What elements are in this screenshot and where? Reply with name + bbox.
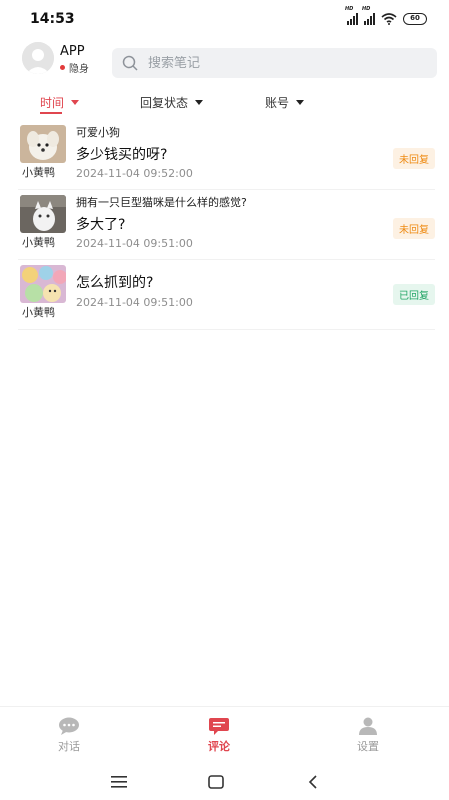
- search-bar[interactable]: [112, 48, 437, 78]
- note-thumbnail[interactable]: [20, 195, 66, 233]
- comment-item[interactable]: 小黄鸭 怎么抓到的? 2024-11-04 09:51:00 已回复: [18, 260, 435, 330]
- chat-bubble-icon: [59, 717, 79, 735]
- cat-photo-icon: [20, 195, 66, 233]
- dog-photo-icon: [20, 125, 66, 163]
- plush-toys-photo-icon: [20, 265, 66, 303]
- user-icon: [359, 717, 377, 735]
- active-filter-underline: [40, 112, 62, 114]
- filter-label: 账号: [265, 96, 290, 110]
- signal-icon: HD: [362, 6, 375, 25]
- poster-name: 小黄鸭: [22, 306, 55, 319]
- filter-account[interactable]: 账号: [265, 94, 305, 111]
- comment-time: 2024-11-04 09:51:00: [76, 237, 193, 250]
- status-dot-icon: [60, 65, 65, 70]
- system-nav-bar: [0, 764, 449, 800]
- tab-settings[interactable]: 设置: [333, 717, 403, 754]
- comment-time: 2024-11-04 09:52:00: [76, 167, 193, 180]
- status-icons: HD HD 60: [345, 6, 427, 25]
- note-title: 拥有一只巨型猫咪是什么样的感觉?: [76, 196, 247, 209]
- status-badge: 已回复: [393, 284, 435, 305]
- menu-button[interactable]: [104, 770, 134, 794]
- status-label: 隐身: [69, 64, 89, 75]
- back-chevron-icon: [308, 775, 317, 789]
- home-square-icon: [208, 775, 224, 789]
- comment-text: 怎么抓到的?: [76, 275, 154, 291]
- battery-icon: 60: [403, 13, 427, 25]
- filter-bar: 时间 回复状态 账号: [0, 88, 449, 116]
- signal-icon: HD: [345, 6, 358, 25]
- note-title: 可爱小狗: [76, 126, 120, 139]
- default-avatar-icon: [22, 42, 54, 74]
- caret-down-icon: [71, 100, 80, 105]
- filter-reply-status[interactable]: 回复状态: [140, 94, 204, 111]
- bottom-nav: 对话 评论 设置: [0, 706, 449, 764]
- comment-text: 多大了?: [76, 217, 126, 233]
- tab-chat[interactable]: 对话: [34, 717, 104, 754]
- note-thumbnail[interactable]: [20, 125, 66, 163]
- note-thumbnail[interactable]: [20, 265, 66, 303]
- status-badge: 未回复: [393, 148, 435, 169]
- search-icon: [122, 55, 138, 71]
- home-button[interactable]: [201, 770, 231, 794]
- caret-down-icon: [195, 100, 204, 105]
- comment-icon: [209, 718, 229, 735]
- tab-label: 对话: [58, 740, 80, 753]
- tab-comments[interactable]: 评论: [184, 717, 254, 754]
- app-name: APP: [60, 44, 85, 59]
- comment-item[interactable]: 小黄鸭 可爱小狗 多少钱买的呀? 2024-11-04 09:52:00 未回复: [18, 120, 435, 190]
- search-input[interactable]: [148, 55, 408, 71]
- poster-name: 小黄鸭: [22, 166, 55, 179]
- filter-label: 时间: [40, 96, 65, 110]
- comment-text: 多少钱买的呀?: [76, 147, 168, 163]
- stealth-status[interactable]: 隐身: [60, 60, 89, 75]
- tab-label: 设置: [357, 740, 379, 753]
- wifi-icon: [381, 13, 397, 25]
- poster-name: 小黄鸭: [22, 236, 55, 249]
- header: APP 隐身: [0, 40, 449, 84]
- comment-time: 2024-11-04 09:51:00: [76, 296, 193, 309]
- menu-icon: [111, 776, 127, 788]
- caret-down-icon: [296, 100, 305, 105]
- comment-list: 小黄鸭 可爱小狗 多少钱买的呀? 2024-11-04 09:52:00 未回复…: [0, 120, 449, 330]
- back-button[interactable]: [298, 770, 328, 794]
- comment-item[interactable]: 小黄鸭 拥有一只巨型猫咪是什么样的感觉? 多大了? 2024-11-04 09:…: [18, 190, 435, 260]
- status-bar: 14:53 HD HD 60: [0, 0, 449, 40]
- status-badge: 未回复: [393, 218, 435, 239]
- filter-label: 回复状态: [140, 96, 189, 110]
- avatar[interactable]: [22, 42, 54, 74]
- tab-label: 评论: [208, 740, 230, 753]
- status-time: 14:53: [30, 11, 75, 27]
- filter-time[interactable]: 时间: [40, 94, 80, 111]
